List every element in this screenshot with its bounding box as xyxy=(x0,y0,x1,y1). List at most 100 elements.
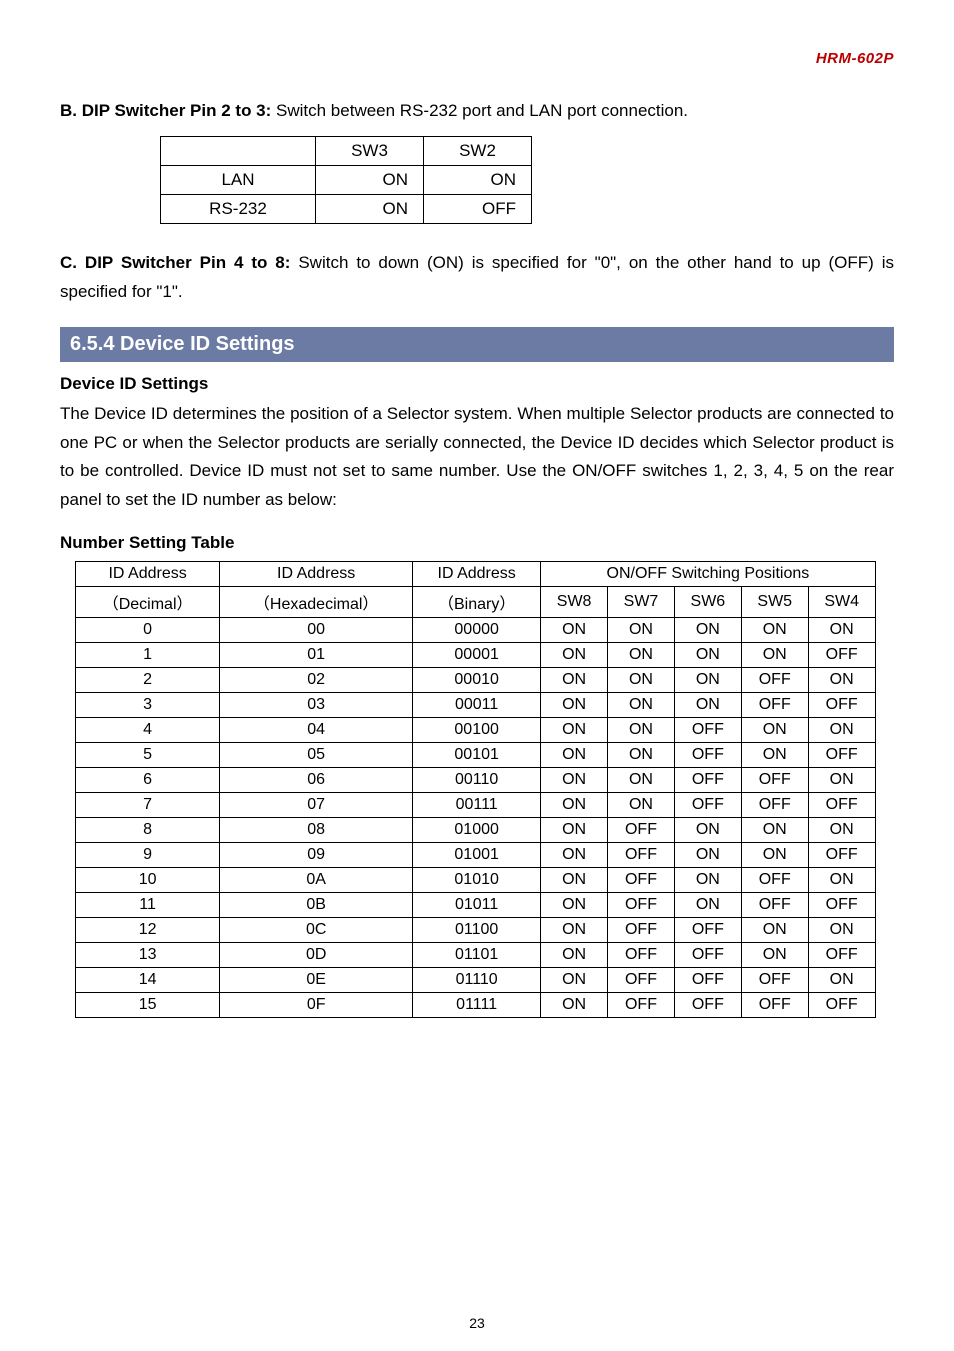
cell: 00011 xyxy=(413,693,541,718)
cell: 10 xyxy=(76,868,220,893)
cell: ON xyxy=(541,918,608,943)
cell: 0A xyxy=(220,868,413,893)
cell: 15 xyxy=(76,993,220,1018)
cell: ON xyxy=(674,893,741,918)
page-number: 23 xyxy=(0,1315,954,1331)
cell: OFF xyxy=(674,993,741,1018)
cell-blank xyxy=(161,136,316,165)
cell: ON xyxy=(608,618,675,643)
cell: ON xyxy=(608,643,675,668)
cell: ON xyxy=(541,993,608,1018)
hdr-sw6: SW6 xyxy=(674,587,741,618)
device-id-heading: Device ID Settings xyxy=(60,374,894,394)
hdr-binary: （Binary） xyxy=(413,587,541,618)
table-row: 50500101ONONOFFONOFF xyxy=(76,743,876,768)
number-table-title: Number Setting Table xyxy=(60,533,894,553)
cell: 01 xyxy=(220,643,413,668)
cell: 01010 xyxy=(413,868,541,893)
hdr-hexadecimal: （Hexadecimal） xyxy=(220,587,413,618)
cell: 0 xyxy=(76,618,220,643)
cell: 1 xyxy=(76,643,220,668)
cell: 0D xyxy=(220,943,413,968)
cell: 07 xyxy=(220,793,413,818)
cell: 01001 xyxy=(413,843,541,868)
cell: ON xyxy=(741,643,808,668)
cell: ON xyxy=(741,943,808,968)
table-row: 100A01010ONOFFONOFFON xyxy=(76,868,876,893)
cell: ON xyxy=(608,718,675,743)
table-row: 130D01101ONOFFOFFONOFF xyxy=(76,943,876,968)
cell: 14 xyxy=(76,968,220,993)
table-row: 110B01011ONOFFONOFFOFF xyxy=(76,893,876,918)
dip-switch-table-b: SW3 SW2 LAN ON ON RS-232 ON OFF xyxy=(160,136,532,224)
table-row: RS-232 ON OFF xyxy=(161,194,532,223)
cell: ON xyxy=(541,868,608,893)
cell: OFF xyxy=(741,993,808,1018)
cell: OFF xyxy=(674,968,741,993)
cell: 11 xyxy=(76,893,220,918)
cell: 00000 xyxy=(413,618,541,643)
cell: OFF xyxy=(608,868,675,893)
cell: 06 xyxy=(220,768,413,793)
section-heading-bar: 6.5.4 Device ID Settings xyxy=(60,327,894,362)
cell: OFF xyxy=(808,893,875,918)
cell: OFF xyxy=(741,668,808,693)
cell: ON xyxy=(674,843,741,868)
cell: 7 xyxy=(76,793,220,818)
cell: 13 xyxy=(76,943,220,968)
cell: OFF xyxy=(808,793,875,818)
cell: OFF xyxy=(674,768,741,793)
table-row: 10100001ONONONONOFF xyxy=(76,643,876,668)
cell: 05 xyxy=(220,743,413,768)
table-row: 70700111ONONOFFOFFOFF xyxy=(76,793,876,818)
cell: ON xyxy=(674,868,741,893)
section-b-desc: Switch between RS-232 port and LAN port … xyxy=(276,101,688,120)
cell: ON xyxy=(808,668,875,693)
cell: ON xyxy=(541,668,608,693)
table-row: 140E01110ONOFFOFFOFFON xyxy=(76,968,876,993)
cell: OFF xyxy=(808,693,875,718)
cell: LAN xyxy=(161,165,316,194)
cell: ON xyxy=(808,618,875,643)
cell: 04 xyxy=(220,718,413,743)
cell: 12 xyxy=(76,918,220,943)
cell: ON xyxy=(316,194,424,223)
table-row: 60600110ONONOFFOFFON xyxy=(76,768,876,793)
cell: 01000 xyxy=(413,818,541,843)
cell: 0F xyxy=(220,993,413,1018)
cell: ON xyxy=(741,743,808,768)
cell: ON xyxy=(541,968,608,993)
cell: OFF xyxy=(741,893,808,918)
device-id-text: The Device ID determines the position of… xyxy=(60,400,894,516)
cell: 00110 xyxy=(413,768,541,793)
cell: OFF xyxy=(608,943,675,968)
table-row: 30300011ONONONOFFOFF xyxy=(76,693,876,718)
cell: OFF xyxy=(741,868,808,893)
cell: ON xyxy=(608,793,675,818)
cell: ON xyxy=(316,165,424,194)
section-c-title: C. DIP Switcher Pin 4 to 8: xyxy=(60,253,298,272)
page: HRM-602P B. DIP Switcher Pin 2 to 3: Swi… xyxy=(0,0,954,1351)
table-row: 80801000ONOFFONONON xyxy=(76,818,876,843)
hdr-sw4: SW4 xyxy=(808,587,875,618)
table-row: 00000000ONONONONON xyxy=(76,618,876,643)
cell: 0C xyxy=(220,918,413,943)
table-row: LAN ON ON xyxy=(161,165,532,194)
cell: 01101 xyxy=(413,943,541,968)
table-row: 150F01111ONOFFOFFOFFOFF xyxy=(76,993,876,1018)
cell: 08 xyxy=(220,818,413,843)
cell: 8 xyxy=(76,818,220,843)
cell: 0B xyxy=(220,893,413,918)
hdr-decimal: （Decimal） xyxy=(76,587,220,618)
cell: OFF xyxy=(808,993,875,1018)
cell: ON xyxy=(608,668,675,693)
cell: OFF xyxy=(674,743,741,768)
table-row: 120C01100ONOFFOFFONON xyxy=(76,918,876,943)
cell: 02 xyxy=(220,668,413,693)
table-header-row-2: （Decimal） （Hexadecimal） （Binary） SW8 SW7… xyxy=(76,587,876,618)
cell: ON xyxy=(674,693,741,718)
cell: ON xyxy=(541,718,608,743)
cell: 00101 xyxy=(413,743,541,768)
cell: ON xyxy=(808,968,875,993)
hdr-positions: ON/OFF Switching Positions xyxy=(541,562,875,587)
